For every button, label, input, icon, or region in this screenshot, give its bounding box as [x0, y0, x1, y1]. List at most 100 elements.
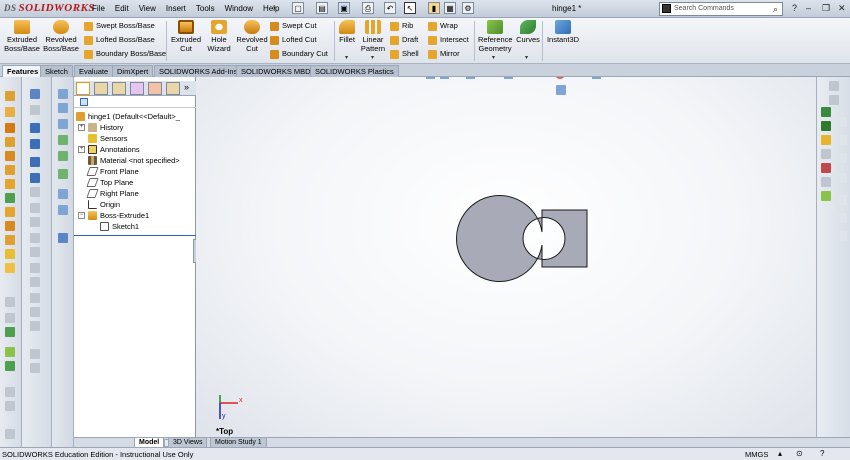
options-icon[interactable]: ⚙: [462, 2, 474, 14]
ellipse-icon[interactable]: [5, 193, 15, 203]
gtol-icon[interactable]: [30, 217, 40, 227]
units-dropdown-icon[interactable]: ▴: [778, 449, 782, 458]
property-manager-tab-icon[interactable]: [94, 82, 108, 95]
weld-symbol-icon[interactable]: [30, 187, 40, 197]
draft-button[interactable]: Draft: [390, 35, 418, 45]
edit-appearance-icon[interactable]: [58, 233, 68, 243]
rebuild-icon[interactable]: ▮: [428, 2, 440, 14]
datum-icon[interactable]: [30, 233, 40, 243]
rectangle-icon[interactable]: [5, 123, 15, 133]
display-style-icon[interactable]: [504, 77, 513, 79]
strip-icon-1[interactable]: [837, 117, 847, 127]
menu-insert[interactable]: Insert: [166, 4, 186, 13]
save-icon[interactable]: ▣: [338, 2, 350, 14]
expand-icon[interactable]: +: [78, 146, 85, 153]
appearances-icon[interactable]: [821, 135, 831, 145]
tab-addins[interactable]: SOLIDWORKS Add-Ins: [154, 65, 243, 77]
curves-button[interactable]: Curves: [516, 20, 540, 44]
display-manager-tab-icon[interactable]: [148, 82, 162, 95]
shaded-contours-icon[interactable]: [5, 429, 15, 439]
hole-callout-icon[interactable]: [30, 203, 40, 213]
strip-icon-5[interactable]: [837, 195, 847, 205]
recovered-documents-icon[interactable]: [821, 177, 831, 187]
menu-help[interactable]: Help: [263, 4, 279, 13]
zoom-to-fit-icon[interactable]: [58, 103, 68, 113]
rib-button[interactable]: Rib: [390, 21, 413, 31]
linear-pattern-button[interactable]: Linear Pattern: [360, 20, 386, 53]
menu-tools[interactable]: Tools: [196, 4, 215, 13]
solidworks-logo[interactable]: DS SOLIDWORKS: [4, 2, 95, 14]
boundary-cut-button[interactable]: Boundary Cut: [270, 49, 328, 59]
spline-icon[interactable]: [5, 179, 15, 189]
intersect-button[interactable]: Intersect: [428, 35, 469, 45]
extruded-cut-button[interactable]: Extruded Cut: [170, 20, 202, 53]
view-settings-icon[interactable]: [592, 77, 601, 79]
polygon-icon[interactable]: [5, 165, 15, 175]
convert-icon[interactable]: [5, 297, 15, 307]
display-style-icon[interactable]: [58, 189, 68, 199]
expand-icon[interactable]: +: [78, 124, 85, 131]
surface-finish-icon[interactable]: [30, 173, 40, 183]
feature-tree-filter[interactable]: [74, 97, 196, 108]
extend-icon[interactable]: [5, 263, 15, 273]
shell-button[interactable]: Shell: [390, 49, 419, 59]
graphics-area[interactable]: x y: [196, 77, 816, 437]
strip-icon-4[interactable]: [837, 173, 847, 183]
new-document-icon[interactable]: ▢: [292, 2, 304, 14]
help-icon[interactable]: ?: [792, 3, 797, 13]
file-properties-icon[interactable]: ▦: [444, 2, 456, 14]
rapid-sketch-icon[interactable]: [5, 387, 15, 397]
menu-view[interactable]: View: [139, 4, 156, 13]
repair-sketch-icon[interactable]: [5, 347, 15, 357]
offset-icon[interactable]: [5, 235, 15, 245]
pattern-dropdown-icon[interactable]: ▾: [371, 54, 374, 61]
note-icon[interactable]: [30, 89, 40, 99]
tab-plastics[interactable]: SOLIDWORKS Plastics: [310, 65, 399, 77]
revolved-boss-button[interactable]: Revolved Boss/Base: [42, 20, 80, 53]
file-explorer-icon[interactable]: [821, 107, 831, 117]
blocks-icon[interactable]: [30, 263, 40, 273]
swept-boss-button[interactable]: Swept Boss/Base: [84, 21, 155, 31]
smart-dimension-icon[interactable]: [5, 91, 15, 101]
hinge-part[interactable]: [455, 195, 588, 282]
lofted-boss-button[interactable]: Lofted Boss/Base: [84, 35, 155, 45]
select-icon[interactable]: ↖: [404, 2, 416, 14]
lofted-cut-button[interactable]: Lofted Cut: [270, 35, 317, 45]
custom-properties-icon[interactable]: [821, 149, 831, 159]
trim-icon[interactable]: [5, 249, 15, 259]
search-icon[interactable]: ⌕: [773, 3, 778, 15]
help-status-icon[interactable]: ?: [820, 449, 824, 458]
appearance-icon[interactable]: [555, 77, 565, 79]
menu-pin-icon[interactable]: ›: [273, 3, 276, 12]
search-input[interactable]: Search Commands ⌕: [659, 2, 783, 16]
solidworks-resources-icon[interactable]: [829, 81, 839, 91]
previous-view-icon[interactable]: [58, 135, 68, 145]
collapse-icon[interactable]: −: [78, 212, 85, 219]
revision-cloud-icon[interactable]: [30, 321, 40, 331]
hole-wizard-button[interactable]: Hole Wizard: [204, 20, 234, 53]
instant2d-icon[interactable]: [5, 401, 15, 411]
forum-icon[interactable]: [821, 163, 831, 173]
reference-geometry-button[interactable]: Reference Geometry: [478, 20, 513, 53]
fillet-sketch-icon[interactable]: [5, 207, 15, 217]
circle-icon[interactable]: [5, 137, 15, 147]
quick-snaps-icon[interactable]: [5, 361, 15, 371]
section-view-icon[interactable]: [466, 77, 475, 79]
menu-window[interactable]: Window: [225, 4, 253, 13]
restore-icon[interactable]: ❐: [822, 3, 830, 14]
chamfer-icon[interactable]: [5, 221, 15, 231]
configuration-manager-tab-icon[interactable]: [112, 82, 126, 95]
revolved-cut-button[interactable]: Revolved Cut: [236, 20, 268, 53]
tab-features[interactable]: Features: [2, 65, 44, 77]
quick-tips-icon[interactable]: ⊙: [796, 449, 803, 458]
dynamic-annotation-icon[interactable]: [58, 169, 68, 179]
mirror-entities-icon[interactable]: [5, 313, 15, 323]
tab-mbd[interactable]: SOLIDWORKS MBD: [236, 65, 316, 77]
arc-icon[interactable]: [5, 151, 15, 161]
zoom-area-icon[interactable]: [440, 77, 449, 79]
menu-edit[interactable]: Edit: [115, 4, 129, 13]
center-mark-icon[interactable]: [30, 277, 40, 287]
hide-show-icon[interactable]: [58, 205, 68, 215]
magnetic-line-icon[interactable]: [30, 349, 40, 359]
balloon-icon[interactable]: [30, 105, 40, 115]
